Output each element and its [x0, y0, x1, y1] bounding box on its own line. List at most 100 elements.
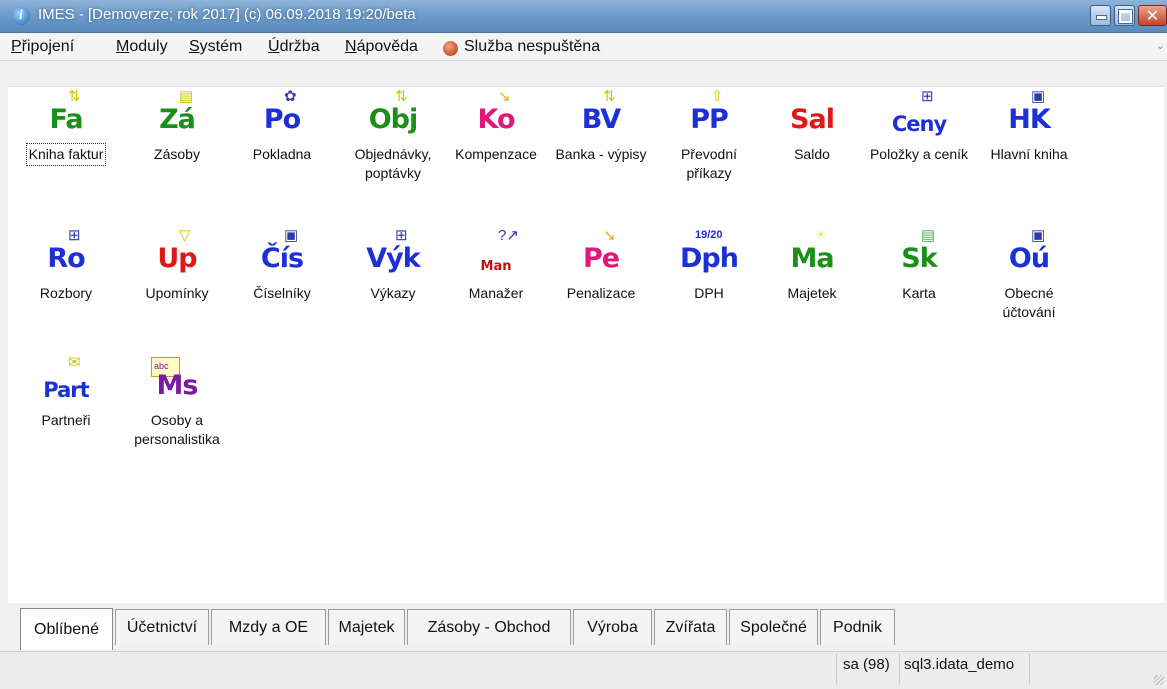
module-label: Pokladna: [252, 146, 312, 162]
module-tile[interactable]: 19/20 Dph DPH: [654, 226, 764, 303]
module-decor-icon: ☀: [814, 227, 828, 244]
module-icon: ⊞ Ceny: [887, 87, 951, 141]
module-label: Kniha faktur: [25, 143, 107, 166]
tab-podnik[interactable]: Podnik: [820, 609, 895, 645]
module-tile[interactable]: ▤ Zá Zásoby: [122, 87, 232, 164]
module-decor-icon: ⇅: [603, 88, 616, 105]
module-tile[interactable]: ⇅ BV Banka - výpisy: [546, 87, 656, 164]
module-tile[interactable]: ☀ Ma Majetek: [757, 226, 867, 303]
status-separator: [899, 654, 900, 684]
menu-moduly[interactable]: Moduly: [116, 38, 168, 56]
tab-ucetnictvi[interactable]: Účetnictví: [115, 609, 209, 645]
module-tile[interactable]: Sal Saldo: [757, 87, 867, 164]
module-abbreviation: Part: [43, 378, 89, 402]
menu-udrzba[interactable]: Údržba: [268, 38, 320, 56]
service-status-text[interactable]: Služba nespuštěna: [464, 38, 600, 56]
menu-napoveda[interactable]: Nápověda: [345, 38, 418, 56]
module-label: DPH: [694, 285, 724, 301]
module-decor-icon: ⇧: [711, 88, 724, 105]
module-tile[interactable]: ⊞ Výk Výkazy: [338, 226, 448, 303]
module-label: Zásoby: [154, 146, 200, 162]
menu-pripojeni[interactable]: Připojení: [11, 38, 74, 56]
module-icon: 19/20 Dph: [677, 226, 741, 280]
module-tile[interactable]: ▣ HK Hlavní kniha: [974, 87, 1084, 164]
module-tile[interactable]: ?↗ Man Manažer: [441, 226, 551, 303]
tab-spolecne[interactable]: Společné: [729, 609, 818, 645]
module-icon: ⊞ Výk: [361, 226, 425, 280]
module-abbreviation: BV: [581, 104, 621, 135]
tab-vyroba[interactable]: Výroba: [573, 609, 652, 645]
module-abbreviation: Dph: [680, 243, 739, 274]
module-icon: ⇅ Fa: [34, 87, 98, 141]
maximize-button[interactable]: [1114, 5, 1135, 26]
module-tile[interactable]: ✉ Part Partneři: [11, 353, 121, 430]
module-tile[interactable]: ▤ Sk Karta: [864, 226, 974, 303]
module-icon: ▽ Up: [145, 226, 209, 280]
module-label: Partneři: [41, 412, 91, 428]
module-abbreviation: Up: [157, 243, 197, 274]
module-abbreviation: Man: [480, 259, 512, 274]
module-tile[interactable]: ▣ Čís Číselníky: [227, 226, 337, 303]
module-decor-icon: ▤: [179, 88, 194, 105]
menu-mnemonic: N: [345, 38, 357, 55]
module-icon: Sal: [780, 87, 844, 141]
close-icon: ✕: [1145, 6, 1160, 25]
module-icon: ▣ Čís: [250, 226, 314, 280]
close-button[interactable]: ✕: [1138, 5, 1167, 26]
module-tile[interactable]: ⇅ Obj Objednávky, poptávky: [338, 87, 448, 183]
module-tile[interactable]: ⊞ Ro Rozbory: [11, 226, 121, 303]
resize-grip-icon[interactable]: [1154, 675, 1164, 685]
module-decor-icon: ⇅: [395, 88, 408, 105]
menu-label: držba: [279, 38, 320, 55]
module-label: Upomínky: [145, 285, 209, 301]
tab-oblibene[interactable]: Oblíbené: [20, 608, 113, 650]
module-icon: ☀ Ma: [780, 226, 844, 280]
module-tile[interactable]: ⇧ PP Převodní příkazy: [654, 87, 764, 183]
tab-zasoby-obchod[interactable]: Zásoby - Obchod: [407, 609, 571, 645]
module-decor-icon: ⊞: [395, 227, 408, 244]
module-label: Výkazy: [370, 285, 416, 301]
module-tile[interactable]: ⇅ Fa Kniha faktur: [11, 87, 121, 166]
module-label: Banka - výpisy: [555, 146, 647, 162]
module-label: Karta: [902, 285, 936, 301]
module-tile[interactable]: ↘ Pe Penalizace: [546, 226, 656, 303]
minimize-button[interactable]: [1090, 5, 1111, 26]
menu-label: ápověda: [356, 38, 418, 55]
module-tile[interactable]: ↘ Ko Kompenzace: [441, 87, 551, 164]
module-abbreviation: Zá: [159, 104, 196, 135]
tab-zvirata[interactable]: Zvířata: [654, 609, 727, 645]
module-icon: ⇅ BV: [569, 87, 633, 141]
module-label: Číselníky: [253, 285, 311, 301]
status-database: sql3.idata_demo: [904, 656, 1015, 673]
tab-mzdy-a-oe[interactable]: Mzdy a OE: [211, 609, 326, 645]
menu-mnemonic: S: [189, 38, 200, 55]
menu-label: oduly: [129, 38, 168, 55]
menu-label: řipojení: [21, 38, 75, 55]
module-tile[interactable]: ✿ Po Pokladna: [227, 87, 337, 164]
title-bar[interactable]: i IMES - [Demoverze; rok 2017] (c) 06.09…: [0, 0, 1167, 33]
module-label: Penalizace: [566, 285, 636, 301]
module-tile[interactable]: ▽ Up Upomínky: [122, 226, 232, 303]
tab-majetek[interactable]: Majetek: [328, 609, 405, 645]
module-abbreviation: Sal: [790, 104, 835, 135]
status-separator: [1029, 654, 1030, 684]
module-label: Hlavní kniha: [990, 146, 1068, 162]
module-abbreviation: Po: [263, 104, 301, 135]
chevron-down-icon[interactable]: ⌄: [1156, 39, 1165, 52]
module-label: Manažer: [468, 285, 524, 301]
module-tile[interactable]: ⊞ Ceny Položky a ceník: [864, 87, 974, 164]
module-decor-icon: ✉: [68, 354, 81, 371]
module-decor-icon: ▣: [1031, 88, 1046, 105]
module-abbreviation: Ro: [47, 243, 85, 274]
module-decor-icon: 19/20: [695, 229, 723, 241]
module-icon: ↘ Ko: [464, 87, 528, 141]
module-decor-icon: ▤: [921, 227, 936, 244]
module-abbreviation: Ko: [477, 104, 516, 135]
module-label: Saldo: [794, 146, 830, 162]
menu-system[interactable]: Systém: [189, 38, 242, 56]
status-separator: [836, 654, 837, 684]
module-icon: ⇅ Obj: [361, 87, 425, 141]
module-label: Obecné účtování: [1002, 285, 1056, 320]
module-tile[interactable]: ▣ Oú Obecné účtování: [974, 226, 1084, 322]
module-tile[interactable]: abc Ms Osoby a personalistika: [122, 353, 232, 449]
